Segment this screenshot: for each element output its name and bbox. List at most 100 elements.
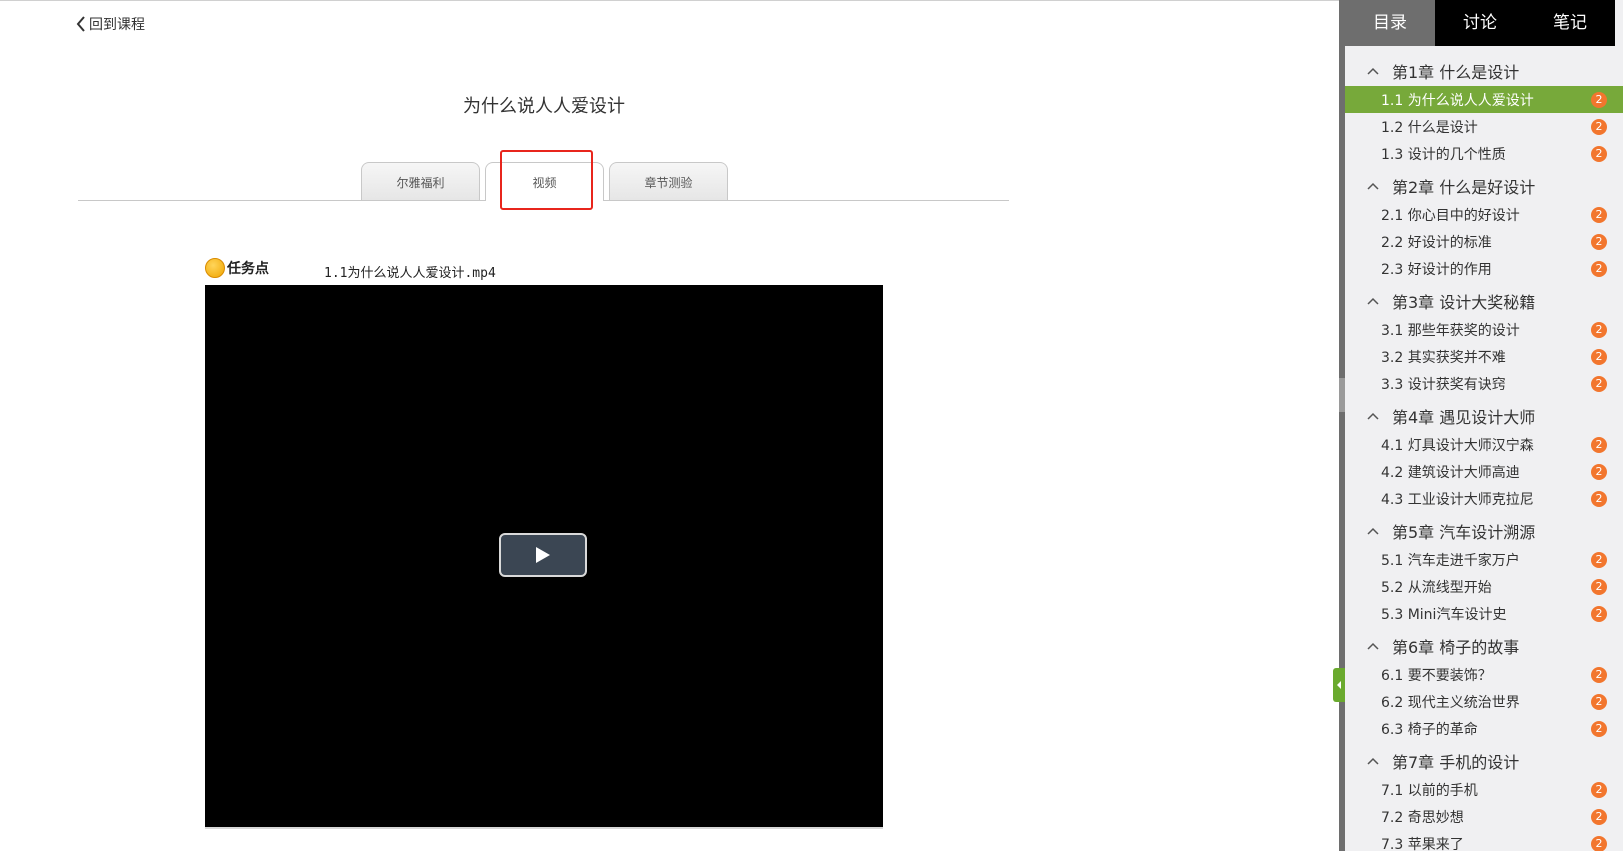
tab-chapter-quiz[interactable]: 章节测验 <box>609 162 728 200</box>
section-item[interactable]: 2.2 好设计的标准 2 <box>1345 228 1623 255</box>
task-count-badge: 2 <box>1591 119 1607 135</box>
task-count-badge: 2 <box>1591 322 1607 338</box>
section-label: 1.1 为什么说人人爱设计 <box>1381 92 1534 109</box>
task-count-badge: 2 <box>1591 552 1607 568</box>
task-count-badge: 2 <box>1591 207 1607 223</box>
section-item[interactable]: 6.3 椅子的革命 2 <box>1345 715 1623 742</box>
tab-catalog[interactable]: 目录 <box>1345 0 1435 46</box>
chevron-up-icon <box>1367 642 1387 650</box>
back-label: 回到课程 <box>89 17 145 33</box>
task-count-badge: 2 <box>1591 579 1607 595</box>
task-count-badge: 2 <box>1591 261 1607 277</box>
section-label: 2.1 你心目中的好设计 <box>1381 207 1520 224</box>
section-item[interactable]: 6.2 现代主义统治世界 2 <box>1345 688 1623 715</box>
section-label: 6.2 现代主义统治世界 <box>1381 694 1520 711</box>
chevron-left-icon <box>76 16 85 32</box>
chapter-title: 第2章 什么是好设计 <box>1392 178 1536 197</box>
chapter-title: 第5章 汽车设计溯源 <box>1392 523 1536 542</box>
task-count-badge: 2 <box>1591 809 1607 825</box>
task-point-label: 任务点 <box>227 261 269 277</box>
chapter-header[interactable]: 第1章 什么是设计 <box>1345 56 1623 86</box>
chapter-header[interactable]: 第7章 手机的设计 <box>1345 746 1623 776</box>
task-count-badge: 2 <box>1591 606 1607 622</box>
task-count-badge: 2 <box>1591 836 1607 851</box>
section-item[interactable]: 5.3 Mini汽车设计史 2 <box>1345 600 1623 627</box>
task-count-badge: 2 <box>1591 491 1607 507</box>
task-count-badge: 2 <box>1591 349 1607 365</box>
chevron-up-icon <box>1367 412 1387 420</box>
tab-discussion[interactable]: 讨论 <box>1435 0 1525 46</box>
top-border <box>0 0 1340 1</box>
task-count-badge: 2 <box>1591 234 1607 250</box>
section-item[interactable]: 1.3 设计的几个性质 2 <box>1345 140 1623 167</box>
chapter-header[interactable]: 第4章 遇见设计大师 <box>1345 401 1623 431</box>
video-player[interactable] <box>205 285 883 829</box>
chapter-header[interactable]: 第3章 设计大奖秘籍 <box>1345 286 1623 316</box>
section-label: 4.3 工业设计大师克拉尼 <box>1381 491 1534 508</box>
chapter-title: 第4章 遇见设计大师 <box>1392 408 1536 427</box>
task-count-badge: 2 <box>1591 376 1607 392</box>
chevron-up-icon <box>1367 67 1387 75</box>
section-label: 7.3 苹果来了 <box>1381 836 1464 851</box>
section-label: 3.3 设计获奖有诀窍 <box>1381 376 1506 393</box>
section-item[interactable]: 4.2 建筑设计大师高迪 2 <box>1345 458 1623 485</box>
chapter-title: 第1章 什么是设计 <box>1392 63 1520 82</box>
section-label: 5.1 汽车走进千家万户 <box>1381 552 1520 569</box>
section-item[interactable]: 5.2 从流线型开始 2 <box>1345 573 1623 600</box>
chevron-left-icon <box>1337 681 1341 689</box>
section-item[interactable]: 6.1 要不要装饰？ 2 <box>1345 661 1623 688</box>
section-item[interactable]: 3.3 设计获奖有诀窍 2 <box>1345 370 1623 397</box>
section-label: 4.2 建筑设计大师高迪 <box>1381 464 1520 481</box>
section-item[interactable]: 2.3 好设计的作用 2 <box>1345 255 1623 282</box>
section-label: 6.3 椅子的革命 <box>1381 721 1478 738</box>
chapter-title: 第7章 手机的设计 <box>1392 753 1520 772</box>
highlight-annotation <box>500 150 593 210</box>
section-item[interactable]: 5.1 汽车走进千家万户 2 <box>1345 546 1623 573</box>
sidebar: 目录 讨论 笔记 第1章 什么是设计 1.1 为什么说人人爱设计 2 1.2 什么是设… <box>1345 0 1623 851</box>
section-label: 2.2 好设计的标准 <box>1381 234 1492 251</box>
task-count-badge: 2 <box>1591 437 1607 453</box>
chapter-list: 第1章 什么是设计 1.1 为什么说人人爱设计 2 1.2 什么是设计 2 1.3 设计的… <box>1345 46 1623 851</box>
section-label: 1.2 什么是设计 <box>1381 119 1478 136</box>
task-point: 任务点 <box>205 258 269 278</box>
task-count-badge: 2 <box>1591 721 1607 737</box>
section-item[interactable]: 3.2 其实获奖并不难 2 <box>1345 343 1623 370</box>
collapse-sidebar-button[interactable] <box>1333 668 1345 702</box>
section-label: 7.2 奇思妙想 <box>1381 809 1464 826</box>
section-label: 4.1 灯具设计大师汉宁森 <box>1381 437 1534 454</box>
tab-welfare[interactable]: 尔雅福利 <box>361 162 480 200</box>
section-label: 2.3 好设计的作用 <box>1381 261 1492 278</box>
section-item[interactable]: 1.1 为什么说人人爱设计 2 <box>1345 86 1623 113</box>
video-file-name: 1.1为什么说人人爱设计.mp4 <box>324 266 496 281</box>
sidebar-tabs: 目录 讨论 笔记 <box>1345 0 1623 46</box>
section-item[interactable]: 4.3 工业设计大师克拉尼 2 <box>1345 485 1623 512</box>
chapter-title: 第3章 设计大奖秘籍 <box>1392 293 1536 312</box>
chapter-header[interactable]: 第5章 汽车设计溯源 <box>1345 516 1623 546</box>
section-item[interactable]: 7.3 苹果来了 2 <box>1345 830 1623 851</box>
task-count-badge: 2 <box>1591 667 1607 683</box>
chapter-header[interactable]: 第6章 椅子的故事 <box>1345 631 1623 661</box>
tab-notes[interactable]: 笔记 <box>1525 0 1615 46</box>
section-item[interactable]: 7.1 以前的手机 2 <box>1345 776 1623 803</box>
section-item[interactable]: 3.1 那些年获奖的设计 2 <box>1345 316 1623 343</box>
section-label: 5.3 Mini汽车设计史 <box>1381 606 1507 623</box>
chevron-up-icon <box>1367 527 1387 535</box>
play-button[interactable] <box>499 533 587 577</box>
task-count-badge: 2 <box>1591 782 1607 798</box>
chevron-up-icon <box>1367 757 1387 765</box>
chevron-up-icon <box>1367 182 1387 190</box>
chapter-title: 第6章 椅子的故事 <box>1392 638 1520 657</box>
play-icon <box>536 547 550 563</box>
coin-icon <box>205 258 225 278</box>
section-label: 3.2 其实获奖并不难 <box>1381 349 1506 366</box>
section-label: 3.1 那些年获奖的设计 <box>1381 322 1520 339</box>
page-title: 为什么说人人爱设计 <box>463 96 625 117</box>
section-item[interactable]: 4.1 灯具设计大师汉宁森 2 <box>1345 431 1623 458</box>
section-item[interactable]: 2.1 你心目中的好设计 2 <box>1345 201 1623 228</box>
section-item[interactable]: 1.2 什么是设计 2 <box>1345 113 1623 140</box>
back-to-course-link[interactable]: 回到课程 <box>76 14 145 34</box>
task-count-badge: 2 <box>1591 146 1607 162</box>
section-label: 6.1 要不要装饰？ <box>1381 667 1492 684</box>
section-item[interactable]: 7.2 奇思妙想 2 <box>1345 803 1623 830</box>
chapter-header[interactable]: 第2章 什么是好设计 <box>1345 171 1623 201</box>
